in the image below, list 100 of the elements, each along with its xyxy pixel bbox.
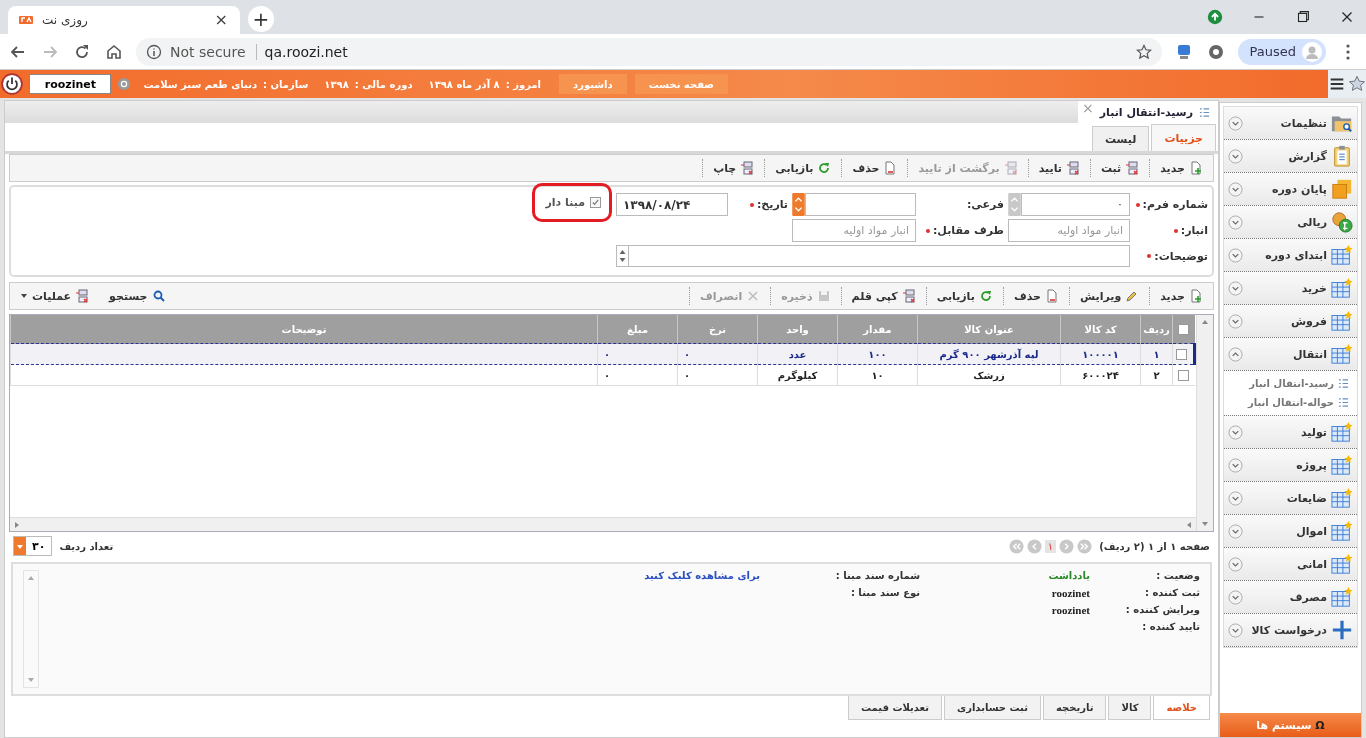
current-page[interactable]: ۱ xyxy=(1044,539,1057,553)
sidebar-item[interactable]: پایان دوره xyxy=(1224,173,1357,206)
scroll-up-icon[interactable] xyxy=(27,575,35,581)
toolbar-button[interactable]: ثبت xyxy=(1089,159,1150,177)
star-icon[interactable] xyxy=(1135,43,1152,60)
browser-tab[interactable]: روزی نت × xyxy=(8,6,240,34)
number-field[interactable]: ۰ xyxy=(1021,193,1130,216)
sidebar-item[interactable]: پروژه xyxy=(1224,449,1357,482)
chevron-down-icon[interactable] xyxy=(1228,247,1243,263)
scroll-left-icon[interactable] xyxy=(1186,520,1192,529)
sidebar-item[interactable]: ابتدای دوره xyxy=(1224,239,1357,272)
chevron-down-icon[interactable] xyxy=(1228,148,1243,164)
caret-icon[interactable] xyxy=(14,537,26,555)
sidebar-item[interactable]: گزارش xyxy=(1224,140,1357,173)
chevron-down-icon[interactable] xyxy=(1228,457,1243,473)
toolbar-button[interactable]: جدید xyxy=(1149,287,1213,305)
power-icon[interactable] xyxy=(1,73,24,95)
notes-field[interactable] xyxy=(628,245,1130,267)
last-page-icon[interactable] xyxy=(1008,538,1024,554)
chevron-down-icon[interactable] xyxy=(1228,214,1243,230)
checkbox[interactable] xyxy=(1178,323,1190,335)
scrollbar[interactable] xyxy=(10,517,1196,531)
toolbar-button[interactable]: حذف xyxy=(841,159,908,177)
toolbar-button[interactable]: ویرایش xyxy=(1068,287,1150,305)
sidebar-label: فروش xyxy=(1289,314,1327,328)
chevron-down-icon[interactable] xyxy=(1228,589,1243,605)
address-field[interactable]: Not secure qa.roozi.net xyxy=(136,37,1162,66)
scroll-down-icon[interactable] xyxy=(27,677,35,683)
sidebar-item[interactable]: ریالی xyxy=(1224,206,1357,239)
chevron-down-icon[interactable] xyxy=(1228,523,1243,539)
star-icon[interactable] xyxy=(1348,75,1366,93)
settings-icon[interactable] xyxy=(117,77,132,91)
tab[interactable]: خلاصه xyxy=(1153,696,1210,720)
chevron-down-icon[interactable] xyxy=(1228,424,1243,440)
scroll-arrows-icon[interactable] xyxy=(616,245,628,267)
scroll-up-icon[interactable] xyxy=(1201,319,1209,325)
toolbar-button[interactable]: بازیابی xyxy=(764,159,842,177)
toolbar-button[interactable]: حذف xyxy=(1002,287,1069,305)
rows-per-page-select[interactable]: ۳۰ xyxy=(13,536,53,556)
sidebar-item[interactable]: فروش xyxy=(1224,305,1357,338)
document-tab[interactable]: رسید-انتقال انبار × xyxy=(1078,101,1218,123)
view-link[interactable]: برای مشاهده کلیک کنید xyxy=(644,570,760,584)
sidebar-item[interactable]: مصرف xyxy=(1224,581,1357,614)
sidebar-item[interactable]: ضایعات xyxy=(1224,482,1357,515)
tab[interactable]: تاریخچه xyxy=(1042,696,1107,720)
sidebar-label: اموال xyxy=(1295,524,1327,538)
chevron-down-icon[interactable] xyxy=(1228,622,1243,638)
number-field[interactable] xyxy=(805,193,916,216)
sidebar-item[interactable]: اموال xyxy=(1224,515,1357,548)
checkbox[interactable] xyxy=(1176,348,1187,360)
chevron-down-icon[interactable] xyxy=(1228,280,1243,296)
subitem-label: حواله-انتقال انبار xyxy=(1247,397,1334,408)
tab[interactable]: جزییات xyxy=(1151,124,1216,151)
user-field[interactable]: roozinet xyxy=(29,74,112,94)
table-row[interactable]: ۱ ۱۰۰۰۰۱ لپه آذرشهر ۹۰۰ گرم ۱۰۰ عدد ۰ ۰ xyxy=(10,343,1195,365)
table-row[interactable]: ۲ ۶۰۰۰۲۴ زرشک ۱۰ کیلوگرم ۰ ۰ xyxy=(10,364,1195,386)
sidebar-item[interactable]: تولید xyxy=(1224,416,1357,449)
sidebar-item[interactable]: تنظیمات xyxy=(1224,107,1357,140)
sidebar-label: امانی xyxy=(1296,557,1327,571)
toolbar-button[interactable]: عملیات xyxy=(10,287,100,305)
chevron-down-icon[interactable] xyxy=(1228,181,1243,197)
spinner-button[interactable] xyxy=(792,193,805,216)
toolbar-button[interactable]: بازیابی xyxy=(925,287,1003,305)
chevron-down-icon[interactable] xyxy=(1228,313,1243,329)
field-label: تاریخ: xyxy=(756,198,788,211)
chevron-down-icon[interactable] xyxy=(1228,556,1243,572)
tab[interactable]: تعدیلات قیمت xyxy=(848,696,942,720)
scrollbar[interactable] xyxy=(23,570,39,688)
sidebar-subitem[interactable]: رسید-انتقال انبار xyxy=(1224,374,1357,393)
toolbar-button[interactable]: تایید xyxy=(1027,159,1090,177)
previous-page-icon[interactable] xyxy=(1059,538,1075,554)
counterpart-field[interactable]: انبار مواد اولیه xyxy=(792,219,916,242)
sidebar-item[interactable]: انتقال xyxy=(1224,338,1357,371)
new-tab-button[interactable]: + xyxy=(248,6,274,32)
chevron-down-icon[interactable] xyxy=(1228,115,1243,131)
scroll-down-icon[interactable] xyxy=(1201,521,1209,527)
chevron-down-icon[interactable] xyxy=(1228,490,1243,506)
chevron-up-icon[interactable] xyxy=(1228,346,1243,362)
toolbar-button[interactable]: جستجو xyxy=(99,287,176,305)
next-page-icon[interactable] xyxy=(1026,538,1042,554)
checkbox[interactable] xyxy=(1177,369,1189,381)
tab[interactable]: کالا xyxy=(1108,696,1152,720)
toolbar-button[interactable]: جدید xyxy=(1149,159,1213,177)
scroll-right-icon[interactable] xyxy=(14,520,20,529)
profile-button[interactable]: Paused xyxy=(1237,38,1326,65)
sidebar-item[interactable]: خرید xyxy=(1224,272,1357,305)
sidebar-subitem[interactable]: حواله-انتقال انبار xyxy=(1224,393,1357,412)
toolbar-button[interactable]: کپی قلم xyxy=(840,287,926,305)
toolbar-button[interactable]: چاپ xyxy=(702,159,765,177)
first-page-icon[interactable] xyxy=(1077,538,1093,554)
tab-close-button[interactable]: × xyxy=(212,12,230,28)
sidebar-item[interactable]: امانی xyxy=(1224,548,1357,581)
checkbox[interactable] xyxy=(590,197,601,208)
update-icon[interactable] xyxy=(1206,8,1224,26)
tab[interactable]: لیست xyxy=(1091,126,1150,151)
sidebar-item[interactable]: درخواست کالا xyxy=(1224,614,1357,647)
tab[interactable]: ثبت حسابداری xyxy=(944,696,1041,720)
scrollbar[interactable] xyxy=(1196,315,1213,531)
warehouse-field[interactable]: انبار مواد اولیه xyxy=(1008,219,1130,242)
date-field[interactable]: ۱۳۹۸/۰۸/۲۴ xyxy=(616,193,728,216)
